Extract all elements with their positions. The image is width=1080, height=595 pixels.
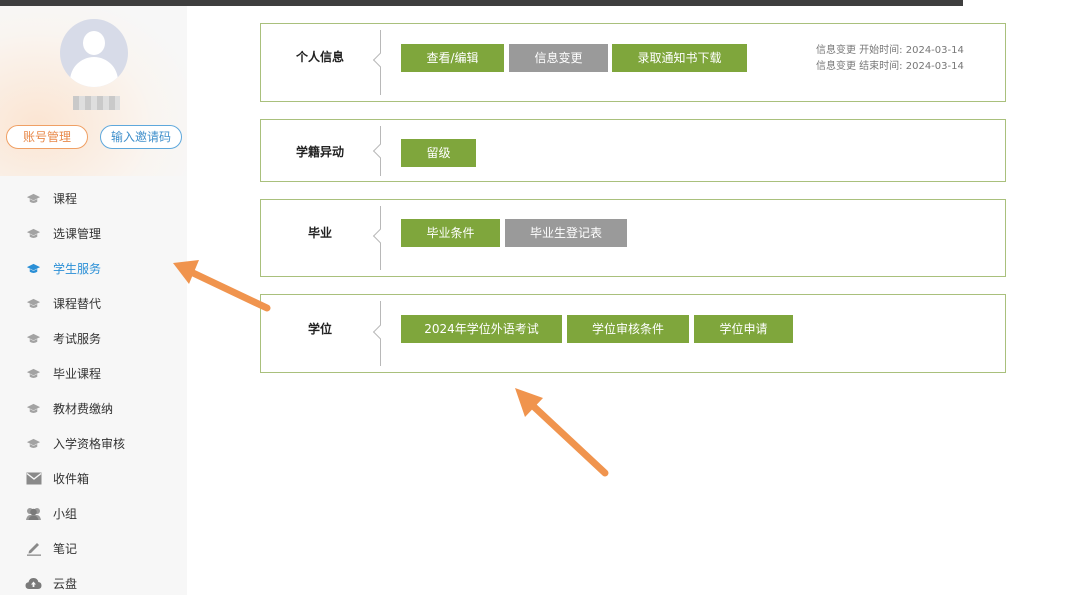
info-change-start-time: 信息变更 开始时间: 2024-03-14 [816,45,964,56]
pen-icon [25,540,42,557]
sidebar-item-graduation-courses[interactable]: 毕业课程 [0,356,187,391]
graduate-registration-form-button[interactable]: 毕业生登记表 [505,219,627,247]
avatar[interactable] [60,19,128,87]
admission-letter-download-button[interactable]: 录取通知书下载 [612,44,747,72]
section-title: 毕业 [307,226,332,240]
graduation-cap-icon [25,330,42,347]
sidebar: 账号管理 输入邀请码 课程 选课管理 学生服务 课程替代 考试服务 毕业课程 教… [0,6,187,595]
sidebar-item-label: 课程 [53,192,78,206]
info-change-end-time: 信息变更 结束时间: 2024-03-14 [816,61,964,72]
mail-icon [25,470,42,487]
sidebar-item-course-substitution[interactable]: 课程替代 [0,286,187,321]
sidebar-item-cloud-drive[interactable]: 云盘 [0,566,187,595]
annotation-arrow-up [515,388,609,477]
graduation-cap-icon [25,435,42,452]
sidebar-item-textbook-fees[interactable]: 教材费缴纳 [0,391,187,426]
sidebar-item-groups[interactable]: 小组 [0,496,187,531]
sidebar-item-admission-review[interactable]: 入学资格审核 [0,426,187,461]
sidebar-item-course-selection[interactable]: 选课管理 [0,216,187,251]
sidebar-item-label: 毕业课程 [53,367,102,381]
avatar-head [83,31,105,55]
graduation-requirements-button[interactable]: 毕业条件 [401,219,500,247]
repeat-grade-button[interactable]: 留级 [401,139,476,167]
sidebar-item-exam-services[interactable]: 考试服务 [0,321,187,356]
cloud-upload-icon [25,575,42,592]
sidebar-item-inbox[interactable]: 收件箱 [0,461,187,496]
graduation-cap-icon [25,295,42,312]
section-title: 学籍异动 [295,145,344,159]
graduation-cap-icon [25,225,42,242]
sidebar-item-student-services[interactable]: 学生服务 [0,251,187,286]
sidebar-item-label: 教材费缴纳 [53,402,114,416]
sidebar-item-label: 云盘 [53,577,78,591]
sidebar-item-label: 小组 [53,507,78,521]
group-icon [25,505,42,522]
sidebar-item-label: 笔记 [53,542,78,556]
section-title: 个人信息 [295,50,344,64]
degree-application-button[interactable]: 学位申请 [694,315,793,343]
personal-info-card: 个人信息 查看/编辑 信息变更 录取通知书下载 信息变更 开始时间: 2024-… [260,23,1006,102]
sidebar-item-label: 考试服务 [53,332,102,346]
graduation-cap-icon [25,365,42,382]
sidebar-item-label: 选课管理 [53,227,102,241]
graduation-card: 毕业 毕业条件 毕业生登记表 [260,199,1006,277]
sidebar-menu: 课程 选课管理 学生服务 课程替代 考试服务 毕业课程 教材费缴纳 入学资格审核… [0,181,187,595]
degree-language-exam-button[interactable]: 2024年学位外语考试 [401,315,562,343]
sidebar-item-label: 学生服务 [53,262,102,276]
graduation-cap-icon [25,400,42,417]
degree-review-conditions-button[interactable]: 学位审核条件 [567,315,689,343]
graduation-cap-icon [25,190,42,207]
account-management-button[interactable]: 账号管理 [6,125,88,149]
invite-code-button[interactable]: 输入邀请码 [100,125,182,149]
view-edit-button[interactable]: 查看/编辑 [401,44,504,72]
username-blurred [73,96,120,110]
section-title: 学位 [307,322,332,336]
enrollment-status-change-card: 学籍异动 留级 [260,119,1006,182]
sidebar-item-label: 入学资格审核 [53,437,126,451]
sidebar-item-notes[interactable]: 笔记 [0,531,187,566]
avatar-body [70,57,118,87]
degree-card: 学位 2024年学位外语考试 学位审核条件 学位申请 [260,294,1006,373]
sidebar-item-label: 收件箱 [53,472,90,486]
info-change-button[interactable]: 信息变更 [509,44,608,72]
sidebar-item-label: 课程替代 [53,297,102,311]
sidebar-item-courses[interactable]: 课程 [0,181,187,216]
graduation-cap-icon [25,260,42,277]
